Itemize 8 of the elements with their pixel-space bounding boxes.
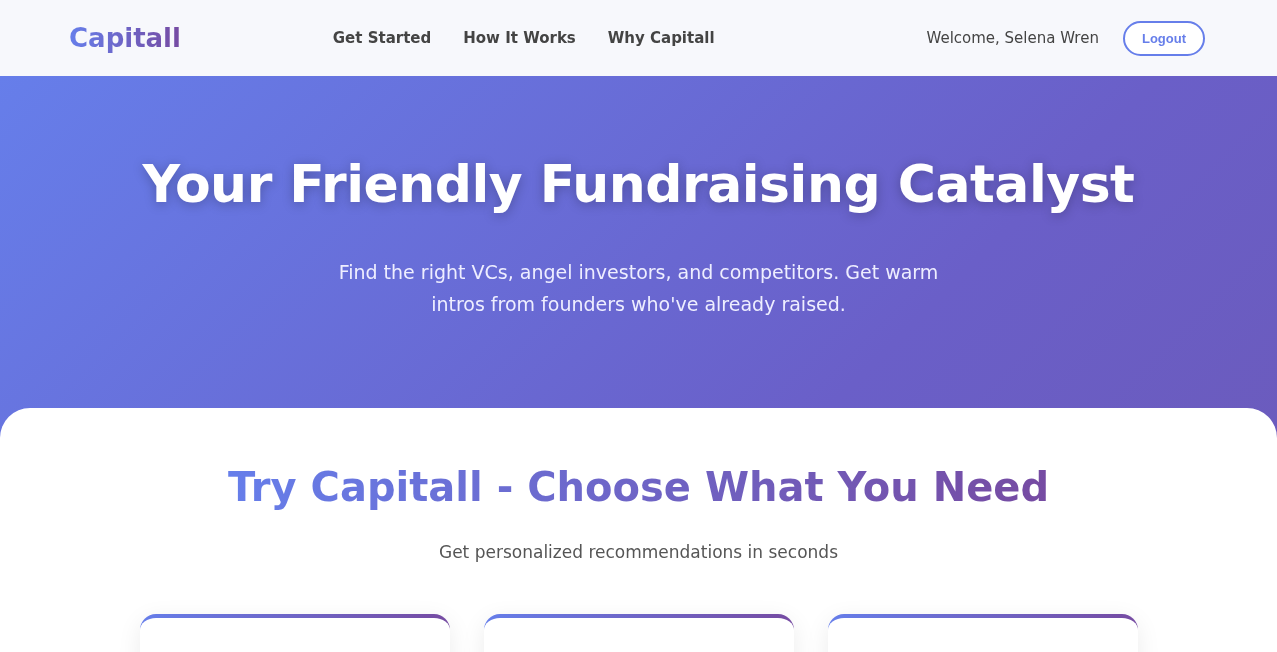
logout-button[interactable]: Logout xyxy=(1122,20,1205,56)
section-subtitle: Get personalized recommendations in seconds xyxy=(439,542,838,562)
nav-link[interactable]: How It Works xyxy=(463,29,576,47)
welcome-text: Welcome, Selena Wren xyxy=(926,29,1099,47)
hero-title: Your Friendly Fundraising Catalyst xyxy=(142,154,1135,214)
nav-link[interactable]: Get Started xyxy=(332,29,432,47)
nav-link[interactable]: Why Capitall xyxy=(607,29,715,47)
hero-subtitle: Find the right VCs, angel investors, and competitors. Get warm intros from founders who've already raised. xyxy=(338,260,939,317)
